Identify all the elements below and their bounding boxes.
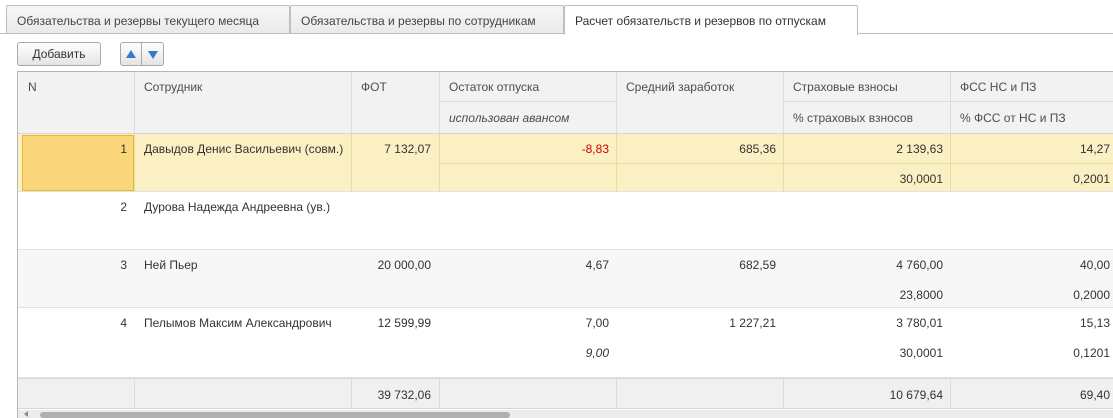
fss-value: 40,00 bbox=[1079, 258, 1110, 272]
cell-divider bbox=[134, 134, 135, 191]
header-subdivider bbox=[439, 101, 616, 102]
scrollbar-thumb[interactable] bbox=[40, 412, 510, 418]
insurance-value: 3 780,01 bbox=[896, 316, 943, 330]
header-vacation-balance[interactable]: Остаток отпуска bbox=[439, 80, 539, 94]
vacation-balance-value: 4,67 bbox=[585, 258, 609, 272]
tab-vacation-reserves[interactable]: Расчет обязательств и резервов по отпуск… bbox=[564, 5, 858, 35]
vacation-balance-value: 7,00 bbox=[585, 316, 609, 330]
header-divider bbox=[439, 72, 440, 134]
tab-employee-obligations[interactable]: Обязательства и резервы по сотрудникам bbox=[290, 5, 564, 34]
fot-value: 7 132,07 bbox=[384, 142, 431, 156]
header-insurance-pct[interactable]: % страховых взносов bbox=[783, 111, 913, 125]
header-divider bbox=[134, 72, 135, 134]
fot-value: 20 000,00 bbox=[377, 258, 431, 272]
header-divider bbox=[616, 72, 617, 134]
horizontal-scrollbar[interactable] bbox=[18, 410, 1113, 418]
cell-divider bbox=[616, 379, 617, 408]
total-fot: 39 732,06 bbox=[377, 388, 431, 402]
header-fss[interactable]: ФСС НС и ПЗ bbox=[950, 80, 1036, 94]
vacation-advance-value: 9,00 bbox=[585, 346, 609, 360]
table-row[interactable]: 3 Ней Пьер 20 000,00 4,67 682,59 4 760,0… bbox=[18, 250, 1113, 308]
header-n[interactable]: N bbox=[18, 80, 37, 94]
row-number: 2 bbox=[120, 200, 127, 214]
table-row[interactable]: 4 Пелымов Максим Александрович 12 599,99… bbox=[18, 308, 1113, 378]
fss-pct-value: 0,1201 bbox=[1073, 346, 1110, 360]
cell-subdivider bbox=[438, 163, 1113, 164]
header-avg-earnings[interactable]: Средний заработок bbox=[616, 80, 734, 94]
insurance-pct-value: 30,0001 bbox=[899, 172, 943, 186]
arrow-down-icon bbox=[147, 51, 158, 60]
table-footer-totals: 39 732,06 10 679,64 69,40 bbox=[18, 378, 1113, 409]
employee-name: Ней Пьер bbox=[144, 258, 198, 272]
add-button[interactable]: Добавить bbox=[17, 42, 101, 66]
avg-earnings-value: 1 227,21 bbox=[729, 316, 776, 330]
insurance-pct-value: 23,8000 bbox=[899, 288, 943, 302]
total-insurance: 10 679,64 bbox=[889, 388, 943, 402]
header-divider bbox=[351, 72, 352, 134]
row-number: 3 bbox=[120, 258, 127, 272]
fss-value: 15,13 bbox=[1079, 316, 1110, 330]
insurance-value: 2 139,63 bbox=[896, 142, 943, 156]
tab-bar: Обязательства и резервы текущего месяца … bbox=[0, 5, 1113, 35]
move-down-button[interactable] bbox=[141, 42, 164, 66]
header-fss-pct[interactable]: % ФСС от НС и ПЗ bbox=[950, 111, 1066, 125]
avg-earnings-value: 682,59 bbox=[739, 258, 776, 272]
insurance-value: 4 760,00 bbox=[896, 258, 943, 272]
header-fot[interactable]: ФОТ bbox=[351, 80, 387, 94]
header-divider bbox=[950, 72, 951, 134]
tab-current-month-obligations[interactable]: Обязательства и резервы текущего месяца bbox=[6, 5, 290, 34]
insurance-pct-value: 30,0001 bbox=[899, 346, 943, 360]
fss-value: 14,27 bbox=[1079, 142, 1110, 156]
table-header: N Сотрудник ФОТ Остаток отпуска использо… bbox=[18, 72, 1113, 134]
fot-value: 12 599,99 bbox=[377, 316, 431, 330]
header-vacation-balance-advance[interactable]: использован авансом bbox=[439, 111, 569, 125]
table-row[interactable]: 2 Дурова Надежда Андреевна (ув.) bbox=[18, 192, 1113, 250]
vacation-balance-value: -8,83 bbox=[581, 142, 609, 156]
total-fss: 69,40 bbox=[1079, 388, 1110, 402]
employee-name: Дурова Надежда Андреевна (ув.) bbox=[144, 200, 331, 214]
fss-pct-value: 0,2000 bbox=[1073, 288, 1110, 302]
cell-divider bbox=[134, 379, 135, 408]
avg-earnings-value: 685,36 bbox=[739, 142, 776, 156]
row-number: 4 bbox=[120, 316, 127, 330]
header-employee[interactable]: Сотрудник bbox=[134, 80, 202, 94]
scroll-left-icon[interactable] bbox=[24, 411, 28, 417]
header-divider bbox=[783, 72, 784, 134]
reserves-table[interactable]: N Сотрудник ФОТ Остаток отпуска использо… bbox=[17, 71, 1113, 418]
employee-name: Пелымов Максим Александрович bbox=[144, 316, 332, 330]
header-insurance[interactable]: Страховые взносы bbox=[783, 80, 898, 94]
arrow-up-icon bbox=[126, 49, 136, 58]
header-subdivider bbox=[783, 101, 1113, 102]
row-number: 1 bbox=[120, 142, 127, 156]
move-up-button[interactable] bbox=[120, 42, 142, 66]
employee-name: Давыдов Денис Васильевич (совм.) bbox=[144, 142, 344, 156]
cell-divider bbox=[439, 379, 440, 408]
table-row[interactable]: 1 Давыдов Денис Васильевич (совм.) 7 132… bbox=[18, 134, 1113, 192]
fss-pct-value: 0,2001 bbox=[1073, 172, 1110, 186]
